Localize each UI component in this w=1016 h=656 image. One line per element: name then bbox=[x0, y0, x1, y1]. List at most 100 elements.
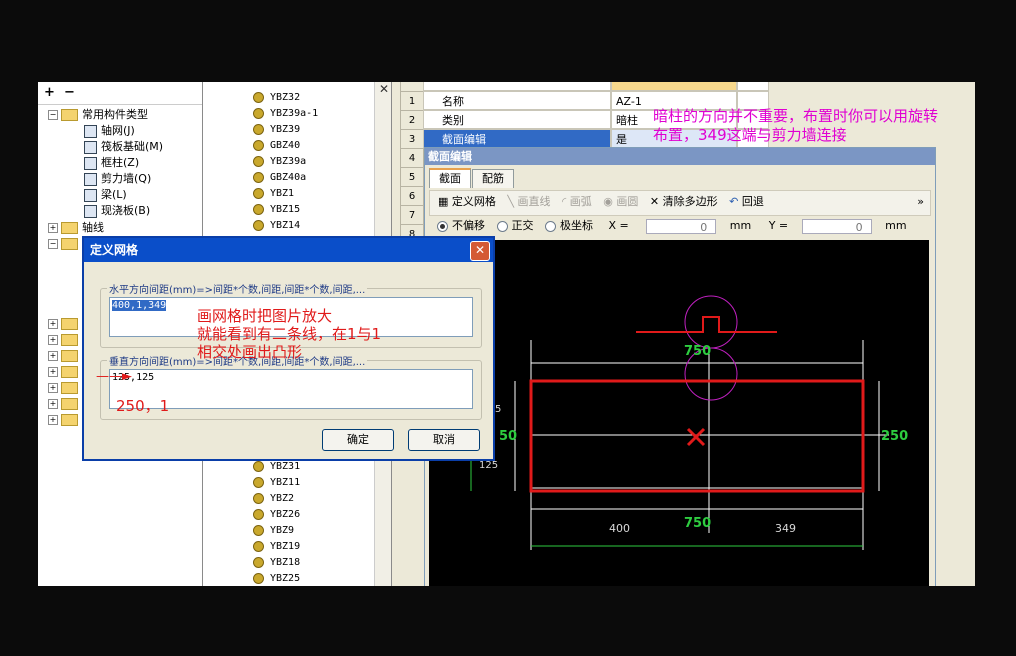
radio-no-offset[interactable] bbox=[437, 220, 448, 232]
snap-circle bbox=[684, 295, 738, 349]
draw-line-button[interactable]: ╲ 画直线 bbox=[507, 191, 550, 213]
list-item[interactable]: YBZ14 bbox=[253, 218, 300, 234]
tree-item-shearwall[interactable]: 剪力墙(Q) bbox=[84, 171, 151, 187]
tree-item-beam[interactable]: 梁(L) bbox=[84, 187, 127, 203]
list-item[interactable]: YBZ39 bbox=[253, 122, 300, 138]
draw-circle-button[interactable]: ◉ 画圆 bbox=[603, 191, 638, 213]
x-input[interactable]: 0 bbox=[646, 218, 717, 234]
tree-node-axis[interactable]: + 轴线 bbox=[48, 220, 104, 236]
ok-button[interactable]: 确定 bbox=[322, 429, 394, 451]
column-icon bbox=[84, 156, 97, 170]
list-item[interactable]: YBZ1 bbox=[253, 186, 294, 202]
tree-node-folder[interactable]: + bbox=[48, 364, 82, 380]
annotation-pink-1: 暗柱的方向并不重要，布置时你可以用旋转 bbox=[653, 107, 939, 125]
draw-options: 不偏移 正交 极坐标 X = 0 mm Y = 0 mm bbox=[429, 216, 929, 238]
tree-node-folder[interactable]: + bbox=[48, 332, 82, 348]
expand-icon[interactable]: + bbox=[48, 415, 58, 425]
list-item[interactable]: YBZ39a bbox=[253, 154, 306, 170]
dialog-title: 定义网格 bbox=[84, 238, 493, 262]
radio-orthogonal[interactable] bbox=[496, 220, 508, 232]
define-grid-button[interactable]: ▦ 定义网格 bbox=[438, 191, 496, 213]
tree-node-folder[interactable]: + bbox=[48, 348, 82, 364]
list-item[interactable]: YBZ32 bbox=[253, 90, 300, 106]
toolbar-overflow-button[interactable]: » bbox=[917, 191, 924, 213]
component-icon bbox=[253, 203, 264, 215]
drawing-canvas[interactable]: 750 750 250 50 5 125 400 349 bbox=[429, 240, 929, 586]
component-icon bbox=[253, 155, 264, 167]
tab-section[interactable]: 截面 bbox=[429, 168, 471, 188]
tree-item-column[interactable]: 框柱(Z) bbox=[84, 155, 139, 171]
undo-button[interactable]: ↶ 回退 bbox=[729, 191, 764, 213]
expand-icon[interactable]: + bbox=[48, 383, 58, 393]
annotation-red-3: 相交处画出凸形 bbox=[197, 343, 303, 361]
undo-icon: ↶ bbox=[729, 195, 739, 208]
arrow-icon: ——► bbox=[96, 369, 132, 384]
folder-icon bbox=[61, 382, 78, 394]
tree-node-folder[interactable]: + bbox=[48, 316, 82, 332]
component-icon bbox=[253, 139, 264, 151]
table-row bbox=[400, 82, 780, 93]
collapse-all-icon[interactable]: − bbox=[64, 85, 75, 100]
tab-rebar[interactable]: 配筋 bbox=[472, 169, 514, 188]
component-icon bbox=[253, 492, 264, 504]
list-item[interactable]: YBZ15 bbox=[253, 202, 300, 218]
list-item[interactable]: GBZ40a bbox=[253, 170, 306, 186]
component-icon bbox=[253, 219, 264, 231]
list-item[interactable]: YBZ19 bbox=[253, 539, 300, 555]
expand-icon[interactable]: + bbox=[48, 367, 58, 377]
dim-left-small-b: 125 bbox=[479, 460, 498, 471]
list-item[interactable]: GBZ40 bbox=[253, 138, 300, 154]
expand-icon[interactable]: + bbox=[48, 399, 58, 409]
collapse-icon[interactable]: − bbox=[48, 239, 58, 249]
dialog-close-button[interactable]: ✕ bbox=[470, 241, 490, 261]
component-icon bbox=[253, 508, 264, 520]
expand-icon[interactable]: + bbox=[48, 319, 58, 329]
y-input[interactable]: 0 bbox=[801, 218, 872, 234]
folder-icon bbox=[61, 366, 78, 378]
tree-item-slab[interactable]: 现浇板(B) bbox=[84, 203, 150, 219]
tree-item-grid[interactable]: 轴网(J) bbox=[84, 123, 135, 139]
tree-item-raft[interactable]: 筏板基础(M) bbox=[84, 139, 163, 155]
close-icon: ✕ bbox=[649, 195, 660, 208]
slab-icon bbox=[84, 204, 97, 218]
close-icon[interactable]: ✕ bbox=[379, 82, 389, 96]
collapse-icon[interactable]: − bbox=[48, 110, 58, 120]
grid-icon: ▦ bbox=[438, 195, 449, 208]
annotation-red-250: 250，1 bbox=[116, 397, 170, 415]
tree-node-common[interactable]: − 常用构件类型 bbox=[48, 107, 148, 123]
list-item[interactable]: YBZ25 bbox=[253, 571, 300, 586]
circle-icon: ◉ bbox=[603, 195, 613, 208]
tree-node-collapsed[interactable]: − bbox=[48, 236, 82, 252]
list-item[interactable]: YBZ31 bbox=[253, 459, 300, 475]
list-item[interactable]: YBZ9 bbox=[253, 523, 294, 539]
folder-icon bbox=[61, 350, 78, 362]
dim-top-label: 750 bbox=[684, 344, 711, 359]
list-item[interactable]: YBZ39a-1 bbox=[253, 106, 318, 122]
tree-node-folder[interactable]: + bbox=[48, 412, 82, 428]
list-item[interactable]: YBZ2 bbox=[253, 491, 294, 507]
component-icon bbox=[253, 540, 264, 552]
list-item[interactable]: YBZ11 bbox=[253, 475, 300, 491]
expand-icon[interactable]: + bbox=[48, 223, 58, 233]
radio-polar[interactable] bbox=[545, 220, 556, 232]
expand-icon[interactable]: + bbox=[48, 351, 58, 361]
tree-toolbar: + − bbox=[38, 82, 202, 105]
draw-arc-button[interactable]: ◜ 画弧 bbox=[562, 191, 592, 213]
seg-left-label: 400 bbox=[609, 522, 630, 535]
list-item[interactable]: YBZ18 bbox=[253, 555, 300, 571]
expand-icon[interactable]: + bbox=[48, 335, 58, 345]
tree-node-folder[interactable]: + bbox=[48, 380, 82, 396]
component-icon bbox=[253, 556, 264, 568]
dim-left-label: 50 bbox=[499, 429, 517, 444]
cancel-button[interactable]: 取消 bbox=[408, 429, 480, 451]
folder-icon bbox=[61, 222, 78, 234]
folder-icon bbox=[61, 318, 78, 330]
component-icon bbox=[253, 572, 264, 584]
expand-all-icon[interactable]: + bbox=[44, 85, 55, 100]
component-icon bbox=[253, 476, 264, 488]
beam-icon bbox=[84, 188, 97, 202]
list-item[interactable]: YBZ26 bbox=[253, 507, 300, 523]
tree-node-folder[interactable]: + bbox=[48, 396, 82, 412]
section-editor-window: 截面编辑 截面 配筋 ▦ 定义网格 ╲ 画直线 ◜ 画弧 ◉ 画圆 ✕ 清除多边形… bbox=[424, 147, 936, 586]
clear-polygon-button[interactable]: ✕ 清除多边形 bbox=[650, 191, 718, 213]
